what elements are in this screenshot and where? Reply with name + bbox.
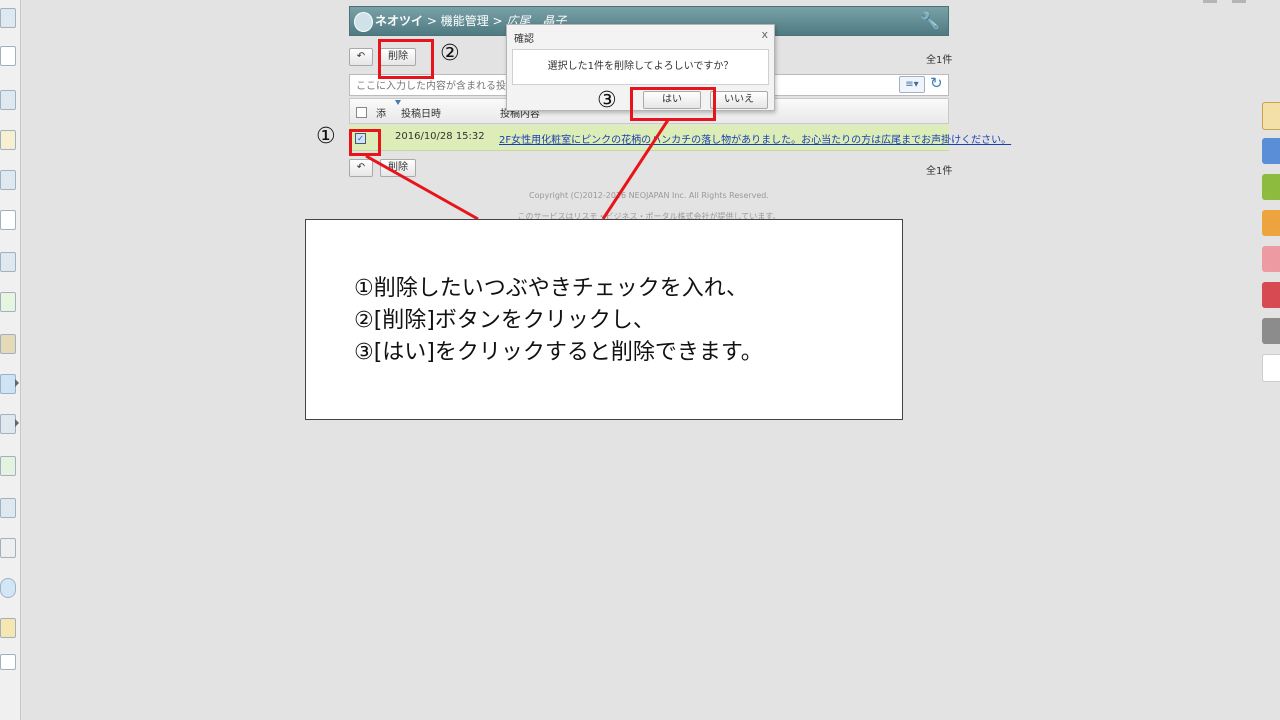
refresh-icon[interactable]: ↻	[930, 74, 943, 92]
top-control	[1232, 0, 1246, 3]
neotwi-icon	[354, 12, 373, 32]
row-content-link[interactable]: 2F女性用化粧室にピンクの花柄のハンカチの落し物がありました。お心当たりの方は広…	[499, 131, 1011, 146]
expand-arrow-icon[interactable]	[15, 419, 19, 427]
gear-icon[interactable]	[0, 538, 16, 558]
help-icon[interactable]	[0, 578, 16, 598]
document-icon[interactable]	[0, 170, 16, 190]
total-count-bottom: 全1件	[926, 166, 953, 177]
close-icon[interactable]: x	[761, 28, 768, 41]
user-icon[interactable]	[0, 618, 16, 638]
list-view-button[interactable]: ≡▾	[899, 76, 925, 93]
portal-icon[interactable]	[0, 8, 16, 28]
pencil-tab-icon[interactable]	[1262, 354, 1280, 382]
folder-icon[interactable]	[0, 414, 16, 434]
step-number-3: ③	[597, 88, 617, 113]
bus-icon[interactable]	[0, 498, 16, 518]
green-tab[interactable]	[1262, 174, 1280, 200]
red-tab[interactable]	[1262, 282, 1280, 308]
col-date[interactable]: 投稿日時	[401, 105, 441, 120]
report-icon[interactable]	[0, 210, 16, 230]
step-number-1: ①	[316, 124, 336, 149]
back-arrow-icon: ↶	[356, 162, 366, 173]
breadcrumb-app[interactable]: ネオツイ	[375, 14, 423, 28]
orange-tab[interactable]	[1262, 210, 1280, 236]
list-menu-icon: ≡▾	[905, 79, 919, 90]
neo-icon[interactable]	[0, 374, 16, 394]
instruction-callout: ①削除したいつぶやきチェックを入れ、 ②[削除]ボタンをクリックし、 ③[はい]…	[305, 219, 903, 420]
dialog-message: 選択した1件を削除してよろしいですか？	[512, 49, 769, 85]
instruction-line-2: ②[削除]ボタンをクリックし、	[354, 308, 655, 333]
back-arrow-icon: ↶	[356, 51, 366, 62]
file-icon[interactable]	[0, 292, 16, 312]
total-count: 全1件	[926, 55, 953, 66]
instruction-line-1: ①削除したいつぶやきチェックを入れ、	[354, 276, 748, 301]
dialog-title: 確認	[514, 34, 534, 45]
table-row: ✓ 2016/10/28 15:32 2F女性用化粧室にピンクの花柄のハンカチの…	[349, 125, 1011, 151]
select-all-checkbox[interactable]	[356, 107, 367, 118]
row-date: 2016/10/28 15:32	[395, 131, 485, 142]
gray-tab[interactable]	[1262, 318, 1280, 344]
highlight-row-checkbox	[349, 129, 381, 156]
instruction-line-3: ③[はい]をクリックすると削除できます。	[354, 340, 763, 365]
expand-arrow-icon[interactable]	[15, 379, 19, 387]
back-button[interactable]: ↶	[349, 48, 373, 66]
app-sidebar	[0, 0, 21, 720]
blue-tab[interactable]	[1262, 138, 1280, 164]
copyright-text: Copyright (C)2012-2016 NEOJAPAN Inc. All…	[529, 191, 769, 200]
memo-tab-icon[interactable]	[1262, 102, 1280, 130]
wrench-icon[interactable]: 🔧	[920, 7, 940, 35]
pink-tab[interactable]	[1262, 246, 1280, 272]
step-number-2: ②	[440, 41, 460, 66]
breadcrumb-section[interactable]: 機能管理	[441, 14, 489, 28]
highlight-delete-button	[378, 39, 434, 79]
back-button-bottom[interactable]: ↶	[349, 159, 373, 177]
text-icon[interactable]	[0, 654, 16, 670]
people-icon[interactable]	[0, 90, 16, 110]
question-book-icon[interactable]	[0, 252, 16, 272]
note-icon[interactable]	[0, 130, 16, 150]
calendar-icon[interactable]	[0, 46, 16, 66]
binder-icon[interactable]	[0, 334, 16, 354]
workflow-icon[interactable]	[0, 456, 16, 476]
col-attach: 添	[376, 109, 386, 120]
top-control	[1203, 0, 1217, 3]
highlight-yes-button	[630, 87, 716, 121]
delete-button-bottom[interactable]: 削除	[380, 159, 416, 177]
no-button[interactable]: いいえ	[710, 91, 768, 109]
